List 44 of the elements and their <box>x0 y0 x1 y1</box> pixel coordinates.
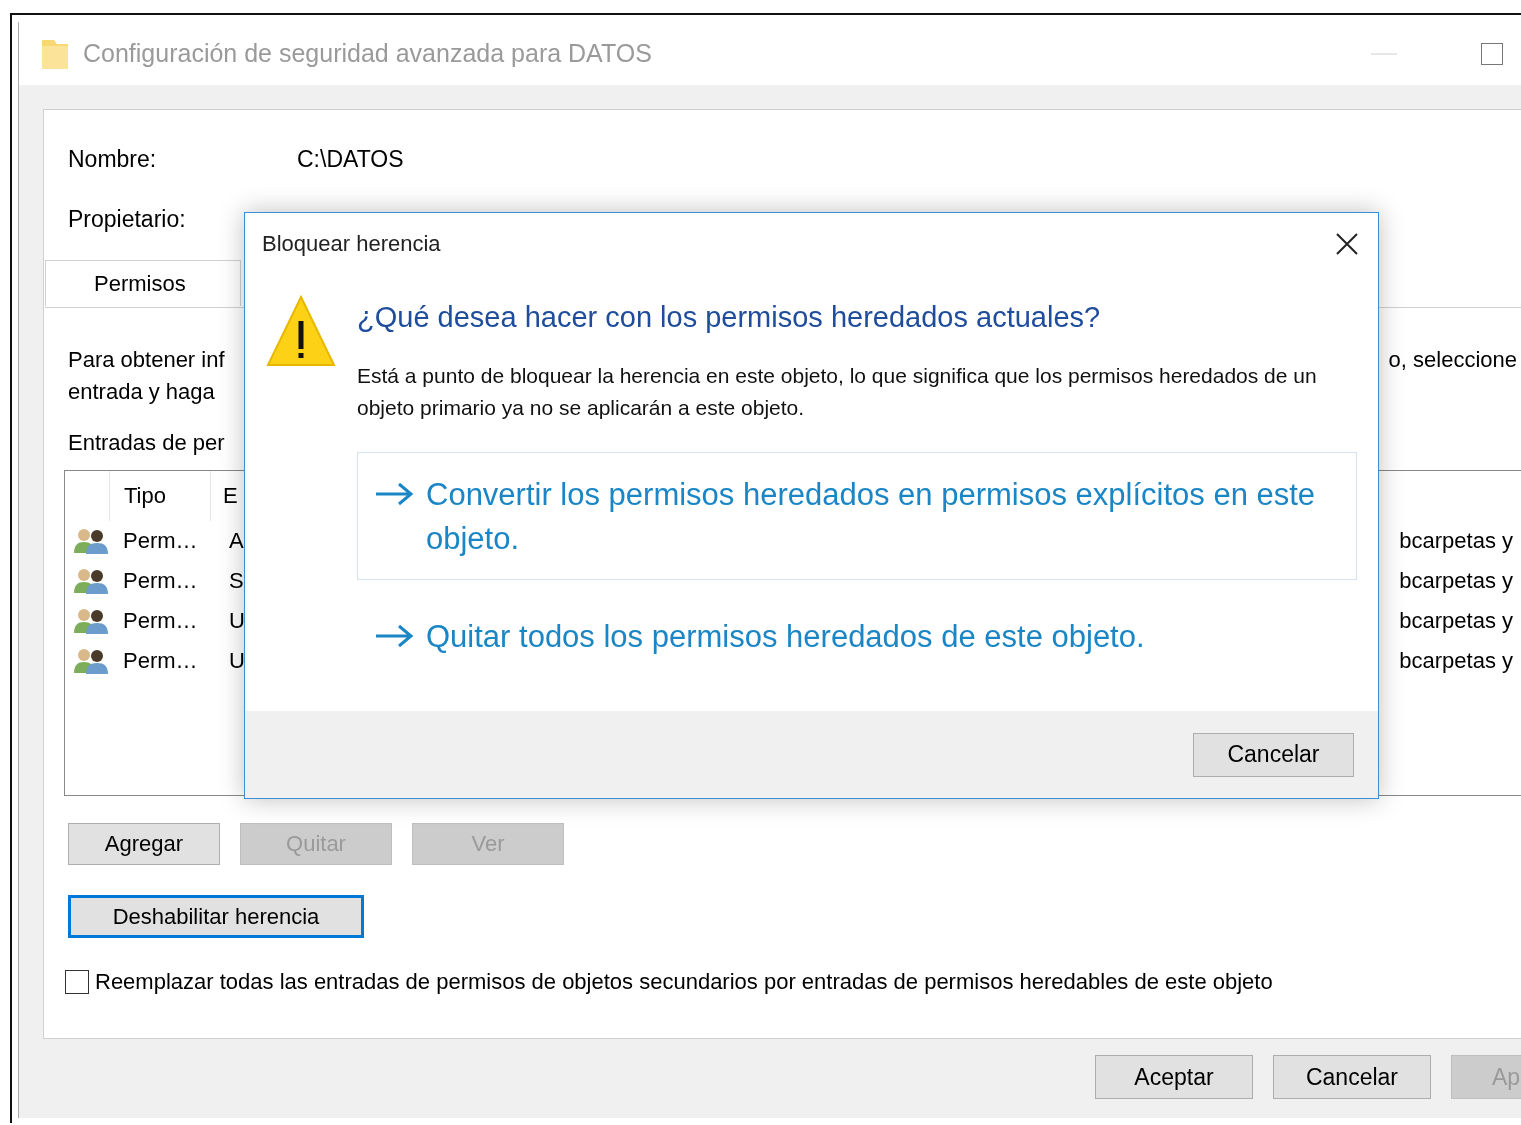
description-text: o, seleccione <box>1388 346 1517 374</box>
close-icon[interactable] <box>1334 231 1360 257</box>
command-link[interactable]: Quitar todos los permisos heredados de este objeto. <box>357 594 1357 678</box>
table-cell: A <box>229 528 244 553</box>
table-cell: bcarpetas y <box>1399 648 1513 674</box>
users-icon <box>73 647 109 675</box>
table-cell: U <box>229 608 245 633</box>
window-title: Configuración de seguridad avanzada para DATOS <box>83 39 653 68</box>
arrow-icon <box>374 623 414 649</box>
description-text: entrada y haga <box>68 378 216 406</box>
field-value: C:\DATOS <box>297 146 404 174</box>
table-cell: bcarpetas y <box>1399 528 1513 554</box>
column-header[interactable]: Tipo <box>124 483 166 509</box>
action-button[interactable]: Agregar <box>68 823 220 865</box>
users-icon <box>73 527 109 555</box>
users-icon <box>73 607 109 635</box>
dialog-title: Bloquear herencia <box>262 231 441 258</box>
table-cell: bcarpetas y <box>1399 568 1513 594</box>
table-cell: S <box>229 568 244 593</box>
command-link[interactable]: Convertir los permisos heredados en permisos explícitos en este objeto. <box>357 452 1357 580</box>
table-cell-text: Perm… <box>123 568 199 594</box>
footer-button[interactable]: Cancelar <box>1273 1055 1431 1099</box>
table-cell-text: Perm… <box>123 608 199 634</box>
maximize-button[interactable] <box>1481 42 1503 65</box>
arrow-icon <box>374 481 414 507</box>
column-header[interactable]: E <box>211 483 238 509</box>
users-icon <box>73 567 109 595</box>
checkbox-label: Reemplazar todas las entradas de permisos de objetos secundarios por entradas de permisos heredables de este objeto <box>95 969 1273 995</box>
footer-button[interactable]: Aceptar <box>1095 1055 1253 1099</box>
field-label: Nombre: <box>68 146 158 174</box>
dialog-message: Está a punto de bloquear la herencia en este objeto, lo que significa que los permisos heredados de un objeto primario ya no se aplicarán a este objeto. <box>357 363 1317 421</box>
table-cell: bcarpetas y <box>1399 608 1513 634</box>
disable-inheritance-button[interactable]: Deshabilitar herencia <box>68 895 364 938</box>
table-cell-text: Perm… <box>123 648 199 674</box>
warning-icon <box>266 295 336 367</box>
cancel-button[interactable]: Cancelar <box>1193 732 1354 777</box>
table-cell: U <box>229 648 245 673</box>
entries-label: Entradas de per <box>68 430 226 456</box>
table-cell-text: Perm… <box>123 528 199 554</box>
tab[interactable]: Permisos <box>45 260 241 306</box>
description-text: Para obtener inf <box>68 346 225 374</box>
checkbox[interactable] <box>65 970 89 994</box>
folder-icon <box>41 37 69 70</box>
dialog-heading: ¿Qué desea hacer con los permisos heredados actuales? <box>357 301 1102 334</box>
